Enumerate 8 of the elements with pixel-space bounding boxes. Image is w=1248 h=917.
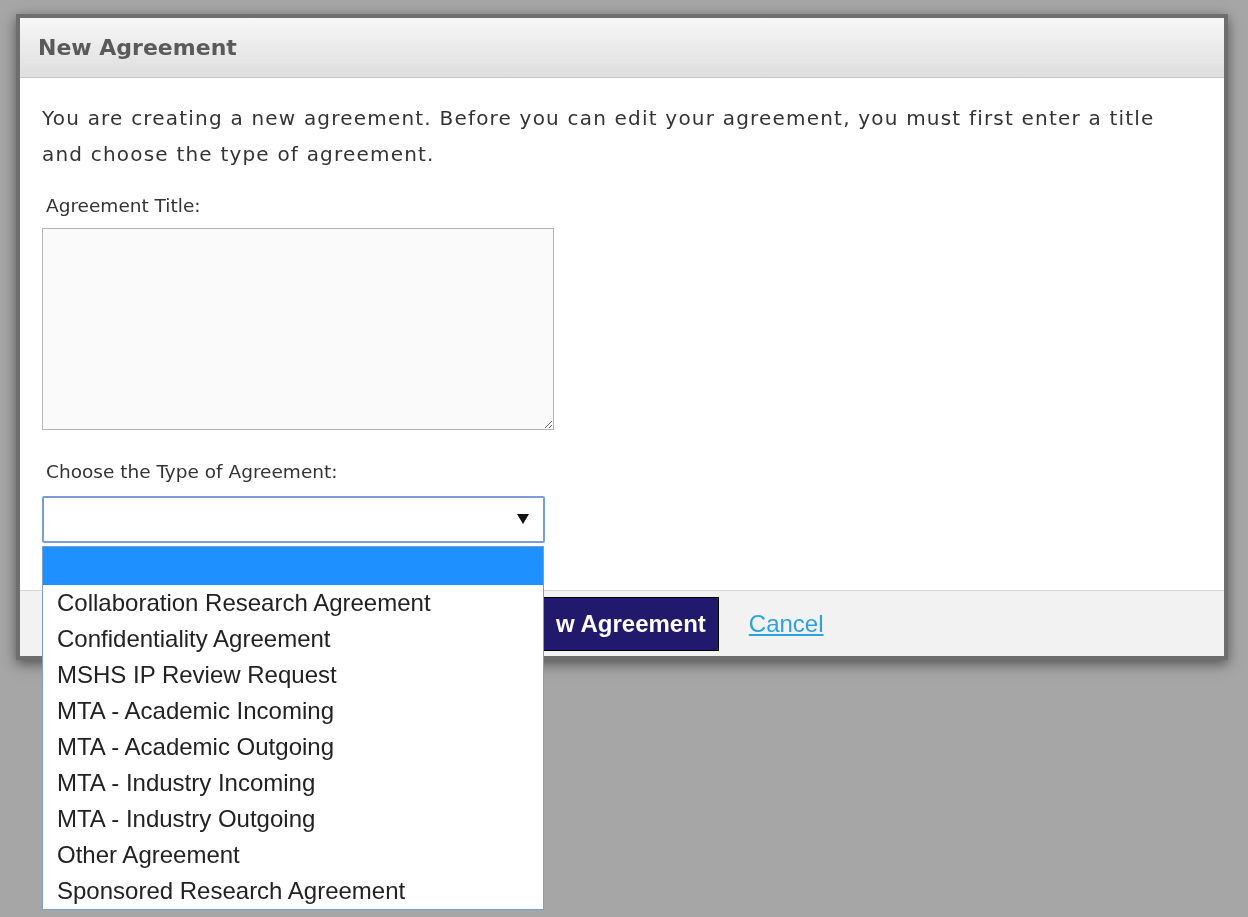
field-label: Choose the Type of Agreement: — [46, 459, 339, 484]
intro-text: You are creating a new agreement. Before you can edit your agreement, you must first enter a title and choose the type of agreement. — [42, 105, 1156, 168]
caret-icon — [517, 514, 529, 524]
create-button[interactable]: w Agreement — [543, 596, 719, 651]
title-field[interactable] — [42, 227, 554, 430]
field-label: Agreement Title: — [46, 194, 202, 218]
dialog-title: New Agreement — [38, 34, 237, 62]
type-select[interactable] — [42, 495, 545, 543]
